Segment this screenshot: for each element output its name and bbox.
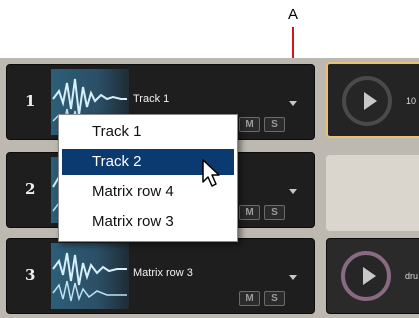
clip-cell-row-3[interactable]: dru [326, 238, 419, 314]
solo-button[interactable]: S [264, 117, 285, 132]
mute-button[interactable]: M [239, 205, 260, 220]
menu-item-track-1[interactable]: Track 1 [62, 119, 234, 145]
clip-cell-row-2[interactable] [326, 155, 419, 231]
clip-cell-row-1[interactable]: 10 [326, 62, 419, 138]
row-number: 3 [25, 266, 36, 284]
row-number: 1 [25, 92, 36, 110]
track-label: Matrix row 3 [133, 267, 193, 279]
mute-button[interactable]: M [239, 117, 260, 132]
mute-button[interactable]: M [239, 291, 260, 306]
solo-button[interactable]: S [264, 291, 285, 306]
clip-name: 10 [406, 96, 417, 106]
track-label: Track 1 [133, 93, 170, 105]
track-dropdown-arrow[interactable] [289, 275, 297, 280]
mouse-pointer-icon [202, 159, 220, 187]
clip-play-button[interactable] [341, 251, 391, 301]
play-icon [363, 267, 376, 285]
track-dropdown-arrow[interactable] [289, 101, 297, 106]
matrix-row-3: 3 Matrix row 3 M S [6, 238, 315, 314]
clip-name: dru [405, 271, 419, 281]
callout-letter-a: A [287, 6, 298, 23]
waveform-thumbnail [51, 243, 129, 309]
clip-play-button[interactable] [342, 76, 392, 126]
solo-button[interactable]: S [264, 205, 285, 220]
track-dropdown-arrow[interactable] [289, 189, 297, 194]
menu-item-matrix-row-3[interactable]: Matrix row 3 [62, 209, 234, 235]
row-number: 2 [25, 180, 36, 198]
play-icon [364, 92, 377, 110]
